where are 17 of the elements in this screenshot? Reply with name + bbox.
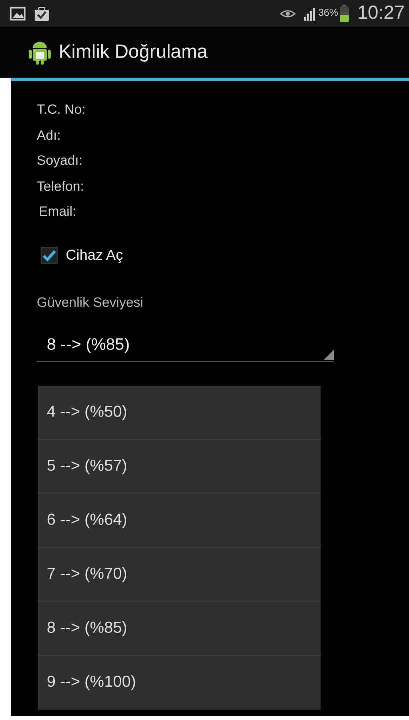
field-label: Email: [39,203,77,221]
field-label: T.C. No: [37,101,86,119]
dropdown-option[interactable]: 9 --> (%100) [38,656,321,710]
battery-percent: 36% [318,8,338,19]
checkbox-label: Cihaz Aç [66,248,124,264]
field-label: Telefon: [37,178,84,196]
clock-time: 10:27 [357,2,405,24]
dropdown-option[interactable]: 5 --> (%57) [38,440,321,494]
dropdown-option[interactable]: 6 --> (%64) [38,494,321,548]
section-label: Güvenlik Seviyesi [37,294,144,310]
dropdown-option[interactable]: 4 --> (%50) [38,386,321,440]
dropdown-option[interactable]: 7 --> (%70) [38,548,321,602]
field-label: Soyadı: [37,152,83,170]
field-label: Adı: [37,126,62,144]
app-title: Kimlik Doğrulama [59,42,208,64]
level-spinner[interactable]: 8 --> (%85) [37,330,334,362]
dropdown-option[interactable]: 8 --> (%85) [38,602,321,656]
